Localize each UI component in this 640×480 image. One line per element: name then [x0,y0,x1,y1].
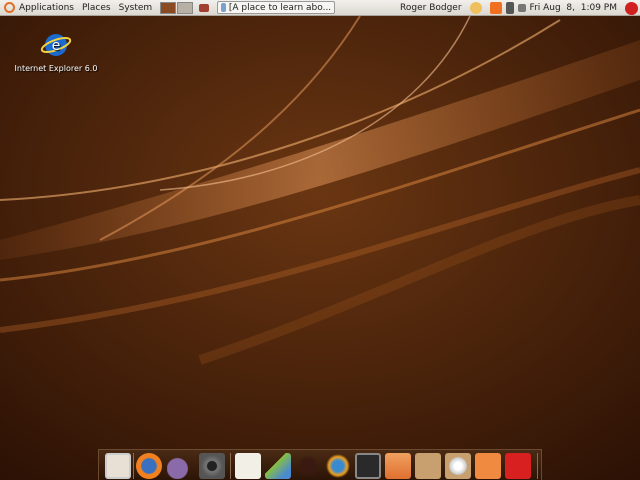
workspace-2[interactable] [177,1,194,14]
top-panel: Applications Places System [A place to l… [0,0,640,16]
user-name[interactable]: Roger Bodger [400,3,462,13]
spider-icon[interactable] [295,453,321,479]
task-label: [A place to learn abo... [228,2,332,13]
clock[interactable]: Fri Aug 8, 1:09 PM [530,3,617,13]
text-editor-icon[interactable] [235,453,261,479]
dock [98,449,542,480]
camera-icon[interactable] [199,453,225,479]
applications-menu[interactable]: Applications [15,0,78,16]
dock-separator [230,453,231,479]
internet-explorer-icon: e [40,34,72,56]
svg-text:e: e [52,38,61,54]
firefox-icon[interactable] [136,453,162,479]
package-icon[interactable] [415,453,441,479]
terminal-icon[interactable] [355,453,381,479]
owl-icon[interactable] [325,453,351,479]
ubuntu-logo-icon[interactable] [4,2,15,13]
power-button-icon[interactable] [505,453,531,479]
show-desktop-icon[interactable] [199,3,210,12]
browser-icon [221,3,226,12]
system-menu[interactable]: System [115,0,157,16]
weather-icon[interactable] [469,2,482,14]
desktop-icon-label: Internet Explorer 6.0 [14,64,98,73]
workspace-1[interactable] [160,1,177,14]
home-folder-icon[interactable] [385,453,411,479]
dock-separator [537,453,538,479]
update-notifier-icon[interactable] [489,2,502,14]
power-icon[interactable] [625,1,638,15]
trash-icon[interactable] [475,453,501,479]
desktop-icon-internet-explorer[interactable]: e Internet Explorer 6.0 [8,30,104,73]
pidgin-icon[interactable] [167,453,193,479]
show-desktop-icon[interactable] [105,453,131,479]
places-menu[interactable]: Places [78,0,115,16]
music-icon[interactable] [265,453,291,479]
network-icon[interactable] [505,2,514,14]
install-disc-icon[interactable] [445,453,471,479]
volume-icon[interactable] [517,4,526,12]
taskbar-window-button[interactable]: [A place to learn abo... [217,1,336,14]
dock-separator [133,453,134,479]
